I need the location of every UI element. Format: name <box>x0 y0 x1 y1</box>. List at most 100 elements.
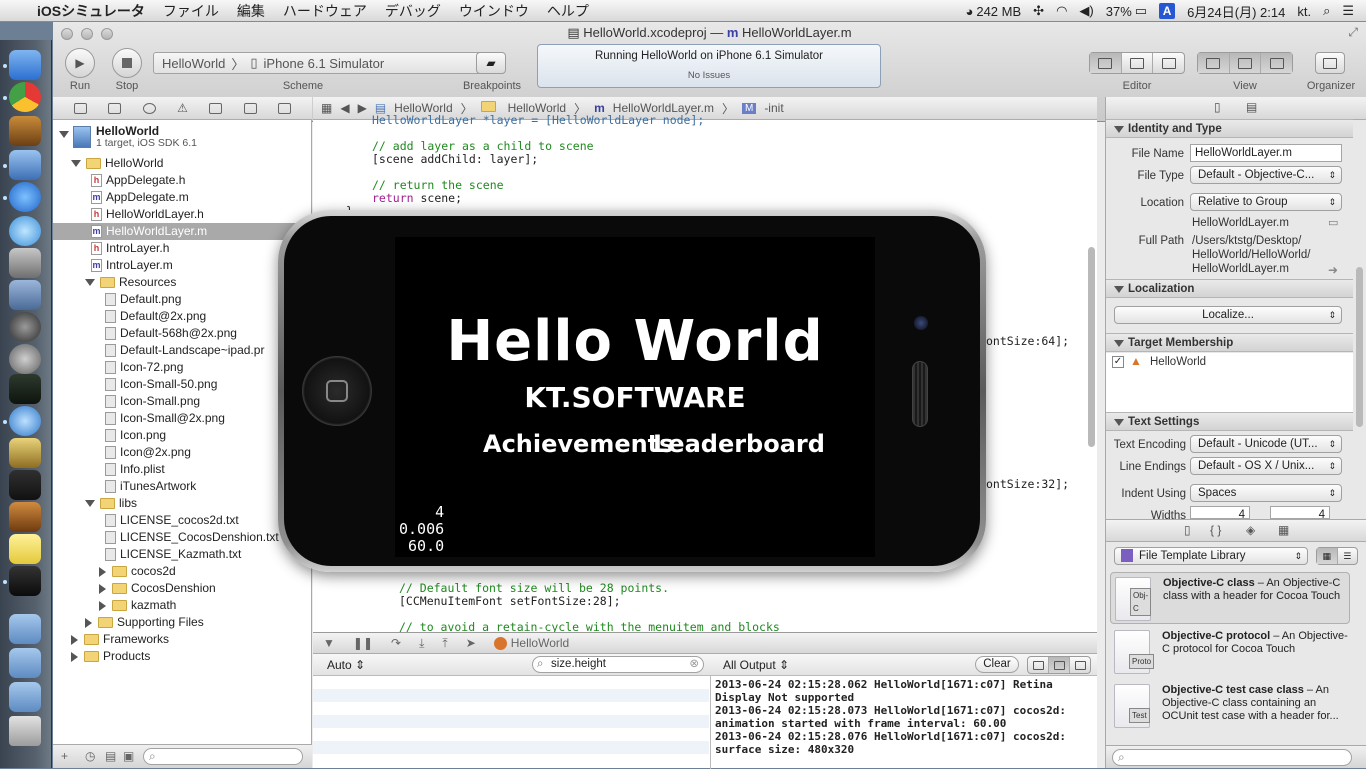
file-row[interactable]: Icon-Small-50.png <box>53 376 312 393</box>
file-row[interactable]: m IntroLayer.m <box>53 257 312 274</box>
step-over-icon[interactable]: ↷ <box>391 636 401 650</box>
reveal-in-finder-icon[interactable]: ➜ <box>1328 263 1338 277</box>
console-output[interactable]: 2013-06-24 02:15:28.062 HelloWorld[1671:… <box>710 676 1097 769</box>
location-popup[interactable]: Relative to Group <box>1190 193 1342 211</box>
group-row[interactable]: Supporting Files <box>53 614 312 631</box>
file-row[interactable]: h HelloWorldLayer.h <box>53 206 312 223</box>
disclosure-icon[interactable] <box>99 583 106 594</box>
object-library-icon[interactable]: ◈ <box>1246 523 1255 537</box>
disclosure-icon[interactable] <box>85 617 92 628</box>
project-navigator-icon[interactable] <box>73 102 87 114</box>
file-row[interactable]: Default-Landscape~ipad.pr <box>53 342 312 359</box>
auto-popup[interactable]: Auto ⇕ <box>327 658 365 672</box>
menu-window[interactable]: ウインドウ <box>450 1 538 21</box>
toggle-utilities-button[interactable] <box>1261 53 1293 73</box>
membership-section-header[interactable]: Target Membership <box>1106 333 1353 352</box>
menu-file[interactable]: ファイル <box>154 1 228 21</box>
line-endings-popup[interactable]: Default - OS X / Unix... <box>1190 457 1342 475</box>
text-settings-section-header[interactable]: Text Settings <box>1106 412 1353 431</box>
symbol-navigator-icon[interactable] <box>108 102 122 114</box>
itunes-icon[interactable] <box>9 216 41 246</box>
library-filter-input[interactable]: ⌕ <box>1112 749 1352 766</box>
memory-status[interactable]: ◕ 242 MB <box>965 4 1021 19</box>
disclosure-icon[interactable] <box>71 651 78 662</box>
ios-simulator-icon[interactable] <box>9 566 41 596</box>
disclosure-icon[interactable] <box>99 566 106 577</box>
membership-checkbox[interactable]: ✓ <box>1112 356 1124 368</box>
run-button[interactable]: ▶ <box>65 48 95 78</box>
stop-button[interactable] <box>112 48 142 78</box>
related-items-icon[interactable]: ▦ <box>321 101 332 115</box>
template-item[interactable]: Test Objective-C test case class – An Obj… <box>1110 680 1350 732</box>
breakpoint-navigator-icon[interactable] <box>243 102 257 114</box>
simulator-screen[interactable]: Hello World KT.SOFTWARE Achievements Lea… <box>395 237 875 557</box>
search-navigator-icon[interactable] <box>142 102 156 114</box>
variables-only-button[interactable] <box>1028 657 1049 673</box>
editor-scrollbar[interactable] <box>1088 247 1095 447</box>
file-row[interactable]: Icon-Small@2x.png <box>53 410 312 427</box>
file-row[interactable]: h AppDelegate.h <box>53 172 312 189</box>
wifi-icon[interactable]: ◠ <box>1056 3 1067 19</box>
iphoto-icon[interactable] <box>9 438 41 468</box>
disclosure-icon[interactable] <box>71 160 81 167</box>
achievements-button[interactable]: Achievements <box>483 430 673 458</box>
file-row[interactable]: Info.plist <box>53 461 312 478</box>
xcode-icon[interactable] <box>9 150 41 180</box>
dashboard-icon[interactable] <box>9 312 41 342</box>
file-inspector-icon[interactable]: ▯ <box>1214 100 1221 114</box>
pause-icon[interactable]: ❚❚ <box>353 636 373 650</box>
applications-folder-icon[interactable] <box>9 614 41 644</box>
group-row[interactable]: CocosDenshion <box>53 580 312 597</box>
disclosure-icon[interactable] <box>99 600 106 611</box>
disclosure-icon[interactable] <box>85 279 95 286</box>
user-name[interactable]: kt. <box>1297 4 1311 19</box>
toggle-debug-button[interactable] <box>1229 53 1262 73</box>
jump-crumb-method[interactable]: -init <box>764 101 783 115</box>
menu-app[interactable]: iOSシミュレータ <box>28 1 154 21</box>
standard-editor-button[interactable] <box>1090 53 1122 73</box>
tab-width-field[interactable]: 4 <box>1190 506 1250 519</box>
activity-monitor-icon[interactable] <box>9 374 41 404</box>
safari-icon[interactable] <box>9 406 41 436</box>
back-icon[interactable]: ◀ <box>340 101 349 115</box>
icon-view-button[interactable]: ▦ <box>1317 548 1338 564</box>
volume-icon[interactable]: ◀) <box>1079 3 1093 19</box>
issue-navigator-icon[interactable]: ⚠ <box>177 101 188 115</box>
group-row[interactable]: libs <box>53 495 312 512</box>
step-out-icon[interactable]: ⤒ <box>442 636 447 651</box>
fullscreen-icon[interactable]: ⤢ <box>1348 25 1358 40</box>
file-name-field[interactable]: HelloWorldLayer.m <box>1190 144 1342 162</box>
file-row[interactable]: Icon@2x.png <box>53 444 312 461</box>
output-popup[interactable]: All Output ⇕ <box>723 658 789 672</box>
finder-icon[interactable] <box>9 50 41 80</box>
media-library-icon[interactable]: ▦ <box>1278 523 1289 537</box>
bluetooth-icon[interactable]: ✣ <box>1033 3 1044 19</box>
edited-files-icon[interactable]: ▤ <box>105 749 116 763</box>
step-into-icon[interactable]: ⤓ <box>419 636 424 651</box>
forward-icon[interactable]: ▶ <box>358 101 367 115</box>
group-row[interactable]: cocos2d <box>53 563 312 580</box>
input-method-icon[interactable]: A <box>1159 3 1176 19</box>
add-icon[interactable]: + <box>61 749 68 763</box>
recent-files-icon[interactable]: ◷ <box>85 749 95 763</box>
file-row[interactable]: LICENSE_cocos2d.txt <box>53 512 312 529</box>
file-row[interactable]: m AppDelegate.m <box>53 189 312 206</box>
inspector-scrollbar[interactable] <box>1356 267 1363 427</box>
quick-help-icon[interactable]: ▤ <box>1246 100 1257 114</box>
file-row[interactable]: Icon.png <box>53 427 312 444</box>
file-row[interactable]: Default.png <box>53 291 312 308</box>
file-row[interactable]: Default@2x.png <box>53 308 312 325</box>
debug-target[interactable]: HelloWorld <box>493 636 569 650</box>
home-button[interactable] <box>302 356 372 426</box>
downloads-folder-icon[interactable] <box>9 682 41 712</box>
file-row[interactable]: LICENSE_Kazmath.txt <box>53 546 312 563</box>
disclosure-icon[interactable] <box>85 500 95 507</box>
localize-button[interactable]: Localize... <box>1114 306 1342 324</box>
group-row[interactable]: Products <box>53 648 312 665</box>
log-navigator-icon[interactable] <box>278 102 292 114</box>
localization-section-header[interactable]: Localization <box>1106 279 1353 298</box>
menu-edit[interactable]: 編集 <box>228 1 274 21</box>
cyberduck-icon[interactable] <box>9 116 41 146</box>
preview-icon[interactable] <box>9 280 41 310</box>
indent-using-popup[interactable]: Spaces <box>1190 484 1342 502</box>
